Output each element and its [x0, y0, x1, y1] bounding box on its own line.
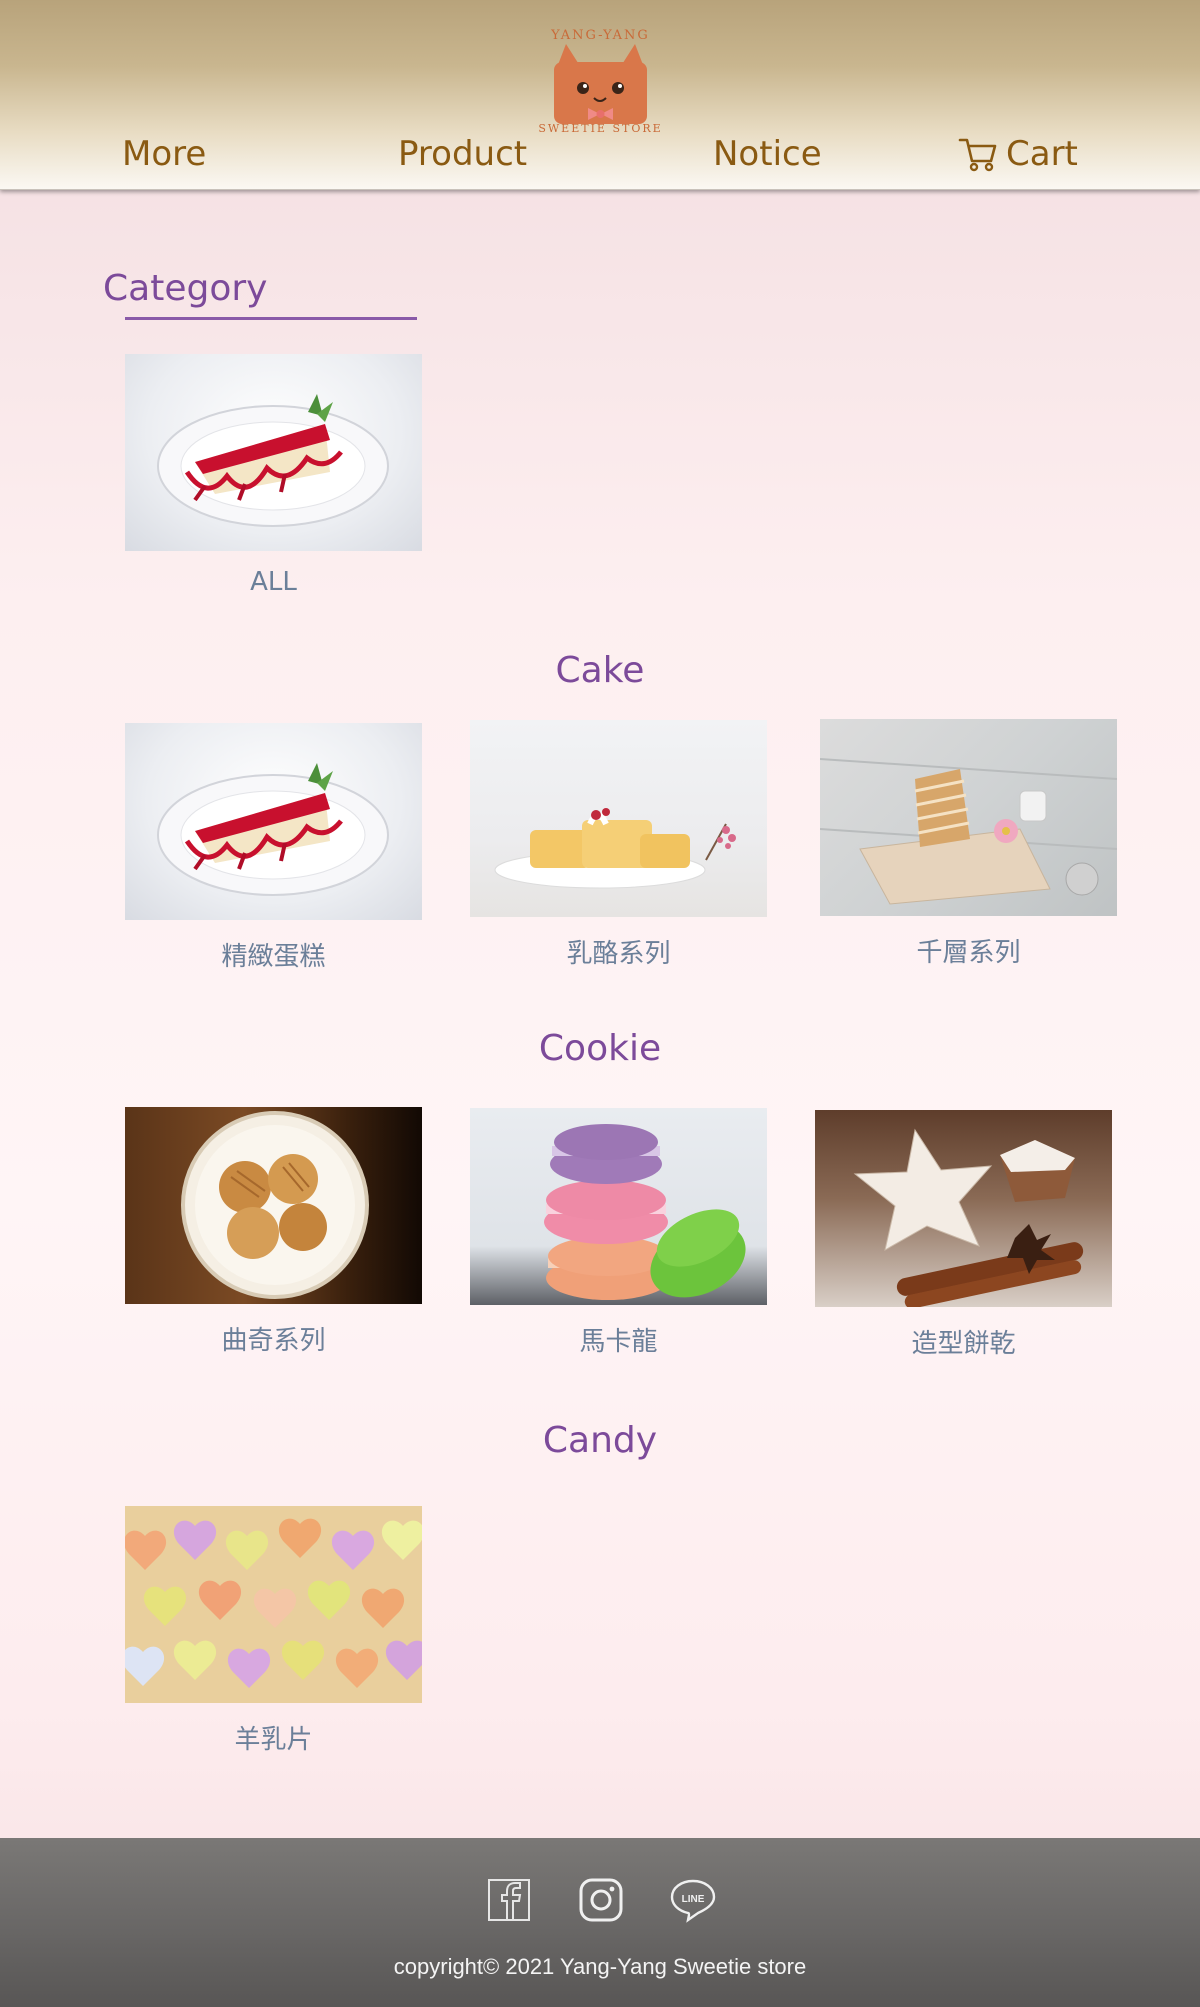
mille-crepe-photo — [820, 719, 1117, 916]
macaron-photo — [470, 1108, 767, 1305]
store-logo[interactable]: YANG-YANG SWEETIE STORE — [528, 22, 673, 147]
product-card-macaron[interactable]: 馬卡龍 — [470, 1108, 767, 1358]
svg-text:LINE: LINE — [682, 1894, 705, 1905]
category-card-all[interactable]: ALL — [125, 354, 422, 597]
product-label: 精緻蛋糕 — [221, 942, 326, 972]
category-underline — [125, 317, 417, 320]
facebook-icon[interactable] — [486, 1877, 532, 1923]
nav-cart-link[interactable]: Cart — [958, 134, 1078, 174]
heart-candy-photo — [125, 1506, 422, 1703]
section-title-cookie: Cookie — [538, 1028, 662, 1069]
cheesecake-photo — [470, 720, 767, 917]
nav-product-link[interactable]: Product — [398, 134, 527, 174]
nav-more-link[interactable]: More — [122, 134, 206, 174]
product-card-cheese[interactable]: 乳酪系列 — [470, 720, 767, 970]
site-header: YANG-YANG SWEETIE STORE More Product Not… — [0, 0, 1200, 190]
product-card-shaped-biscuit[interactable]: 造型餅乾 — [815, 1110, 1112, 1360]
category-heading: Category — [103, 268, 268, 309]
line-icon[interactable]: LINE — [670, 1877, 716, 1923]
product-label: 曲奇系列 — [221, 1326, 326, 1356]
copyright-text: copyright© 2021 Yang-Yang Sweetie store — [393, 1954, 807, 1979]
cake-slice-photo — [125, 354, 422, 551]
product-card-fine-cake[interactable]: 精緻蛋糕 — [125, 723, 422, 973]
cake-slice-photo — [125, 723, 422, 920]
product-label: 造型餅乾 — [911, 1329, 1016, 1359]
nav-notice-link[interactable]: Notice — [713, 134, 822, 174]
category-label-all: ALL — [250, 567, 297, 597]
site-footer: LINE copyright© 2021 Yang-Yang Sweetie s… — [0, 1838, 1200, 2007]
product-label: 馬卡龍 — [579, 1327, 658, 1357]
cookie-bowl-photo — [125, 1107, 422, 1304]
product-label: 羊乳片 — [234, 1725, 313, 1755]
section-title-cake: Cake — [555, 650, 645, 691]
logo-bottom-text: SWEETIE STORE — [538, 122, 663, 135]
product-card-goat-milk-tablet[interactable]: 羊乳片 — [125, 1506, 422, 1756]
product-card-mille-crepe[interactable]: 千層系列 — [820, 719, 1117, 969]
product-label: 千層系列 — [916, 938, 1021, 968]
nav-cart-label: Cart — [1006, 134, 1078, 174]
section-title-candy: Candy — [542, 1420, 658, 1461]
instagram-icon[interactable] — [578, 1877, 624, 1923]
product-label: 乳酪系列 — [566, 939, 671, 969]
star-cookie-photo — [815, 1110, 1112, 1307]
cart-icon — [958, 138, 997, 172]
product-card-cookies[interactable]: 曲奇系列 — [125, 1107, 422, 1357]
